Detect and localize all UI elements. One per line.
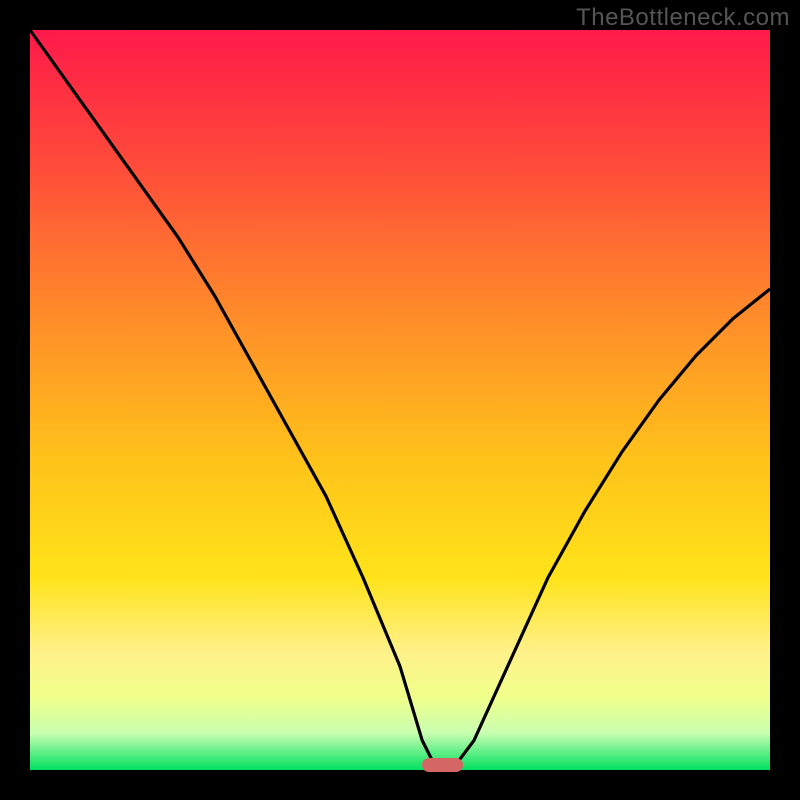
- chart-frame: TheBottleneck.com: [0, 0, 800, 800]
- optimal-marker: [422, 758, 463, 772]
- bottleneck-chart: [0, 0, 800, 800]
- watermark-text: TheBottleneck.com: [576, 4, 790, 32]
